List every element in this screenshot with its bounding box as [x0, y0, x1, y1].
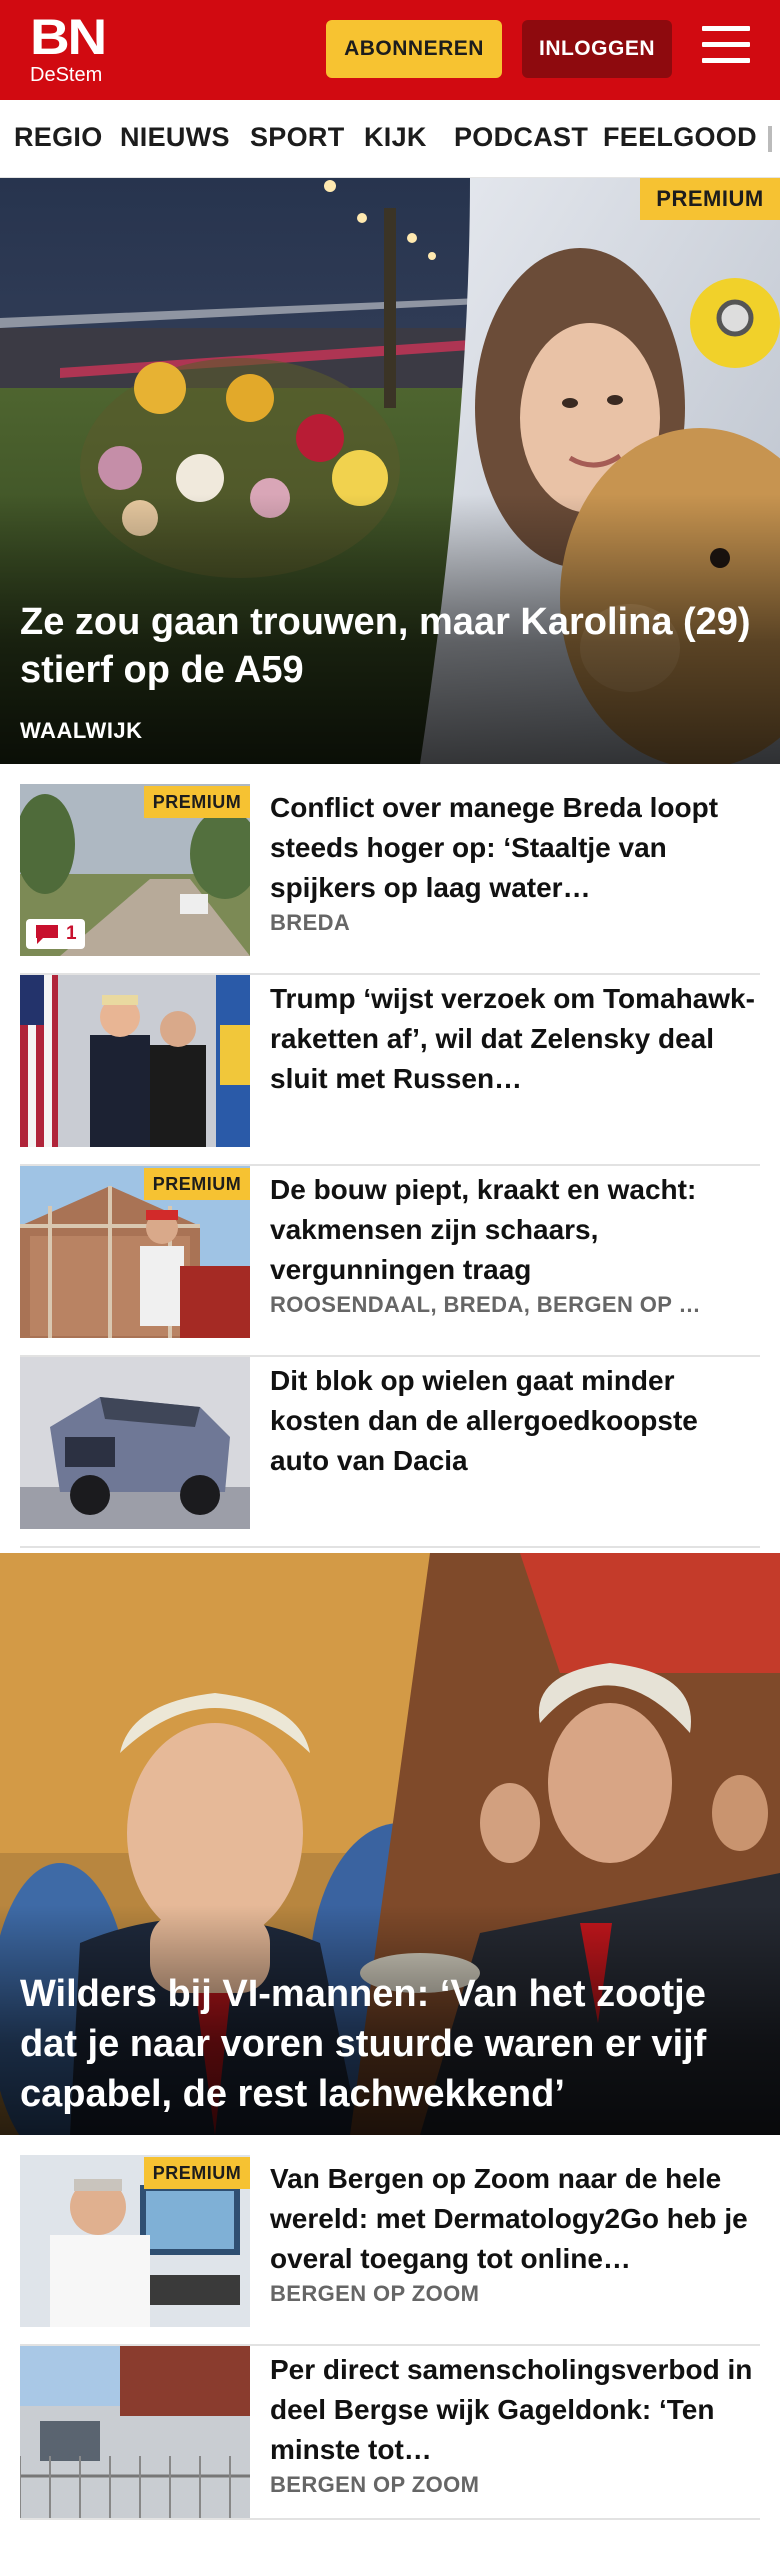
article-thumbnail [20, 975, 250, 1147]
premium-badge: PREMIUM [144, 2157, 250, 2189]
logo-destem-text: DeStem [30, 64, 103, 86]
article-location: ROOSENDAAL, BREDA, BERGEN OP … [270, 1292, 701, 1317]
section-nav: REGIO NIEUWS SPORT KIJK PODCAST FEELGOOD [0, 100, 780, 178]
nav-item-feelgood[interactable]: FEELGOOD [603, 122, 757, 153]
article-headline[interactable]: Van Bergen op Zoom naar de hele wereld: … [270, 2159, 760, 2279]
article-thumbnail [20, 2346, 250, 2518]
feature-article[interactable]: Wilders bij VI-mannen: ‘Van het zootje d… [0, 1553, 780, 2135]
hamburger-menu-icon[interactable] [702, 26, 750, 70]
feature-headline[interactable]: Wilders bij VI-mannen: ‘Van het zootje d… [20, 1969, 760, 2119]
nav-overflow-edge [768, 126, 772, 152]
premium-badge: PREMIUM [144, 1168, 250, 1200]
hero-article[interactable]: PREMIUM Ze zou gaan trouwen, maar Karoli… [0, 178, 780, 764]
nav-item-regio[interactable]: REGIO [14, 122, 103, 153]
article-card[interactable]: PREMIUM Van Bergen op Zoom naar de hele … [20, 2155, 760, 2346]
article-location: BERGEN OP ZOOM [270, 2281, 480, 2306]
logo-bn-text: BN [30, 9, 107, 65]
article-card[interactable]: Per direct samenscholingsver­bod in deel… [20, 2346, 760, 2518]
premium-badge: PREMIUM [144, 786, 250, 818]
article-card[interactable]: PREMIUM 1 Conflict over manege Breda loo… [20, 784, 760, 975]
comment-count[interactable]: 1 [26, 919, 85, 949]
article-headline[interactable]: Trump ‘wijst verzoek om Tomahawk-rakette… [270, 979, 760, 1099]
article-headline[interactable]: Conflict over manege Breda loopt steeds … [270, 788, 760, 908]
article-headline[interactable]: De bouw piept, kraakt en wacht: vakmense… [270, 1170, 760, 1290]
article-location: BERGEN OP ZOOM [270, 2472, 480, 2497]
site-header: BN DeStem ABONNEREN INLOGGEN [0, 0, 780, 100]
article-card[interactable]: Dit blok op wielen gaat minder kosten da… [20, 1357, 760, 1548]
nav-item-podcast[interactable]: PODCAST [454, 122, 588, 153]
article-card[interactable]: Trump ‘wijst verzoek om Tomahawk-rakette… [20, 975, 760, 1166]
bn-destem-logo[interactable]: BN DeStem [30, 12, 116, 90]
comment-count-value: 1 [66, 923, 77, 944]
list-divider [20, 2518, 760, 2520]
nav-item-nieuws[interactable]: NIEUWS [120, 122, 230, 153]
hero-headline[interactable]: Ze zou gaan trouwen, maar Karolina (29) … [20, 598, 760, 694]
hero-location: WAALWIJK [20, 718, 143, 743]
nav-item-kijk[interactable]: KIJK [364, 122, 427, 153]
login-button[interactable]: INLOGGEN [522, 20, 672, 78]
subscribe-button[interactable]: ABONNEREN [326, 20, 502, 78]
article-card[interactable]: PREMIUM De bouw piept, kraakt en wacht: … [20, 1166, 760, 1357]
article-thumbnail [20, 1357, 250, 1529]
article-headline[interactable]: Per direct samenscholingsver­bod in deel… [270, 2350, 760, 2470]
nav-item-sport[interactable]: SPORT [250, 122, 345, 153]
article-headline[interactable]: Dit blok op wielen gaat minder kosten da… [270, 1361, 760, 1481]
premium-badge: PREMIUM [640, 178, 780, 220]
comment-icon [36, 925, 58, 944]
article-location: BREDA [270, 910, 351, 935]
